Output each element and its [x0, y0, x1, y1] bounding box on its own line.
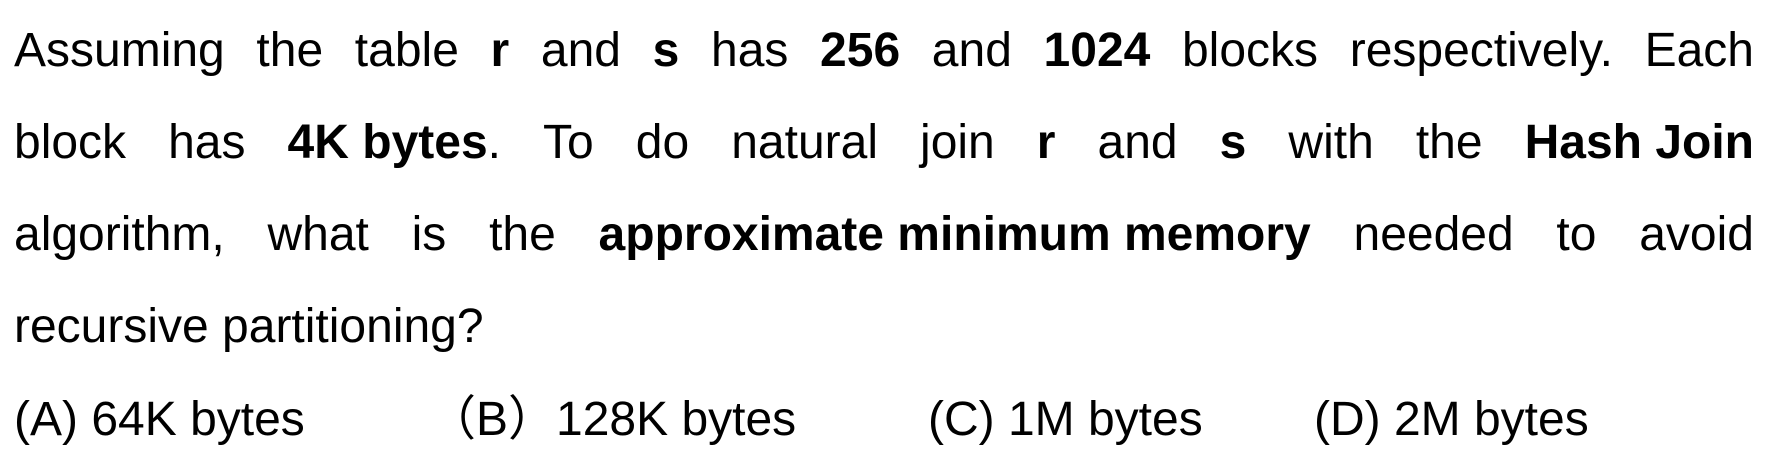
question-line-3: algorithm, what is the approximate minimum m…: [14, 189, 1754, 281]
question-word: has: [168, 116, 246, 169]
question-word: and: [931, 24, 1012, 77]
question-word: needed: [1353, 208, 1514, 261]
question-line-2: block has 4K bytes. To do natural join r and s wit…: [14, 97, 1754, 189]
question-word: block: [14, 116, 127, 169]
question-word: join: [920, 116, 995, 169]
question-word: r: [490, 24, 510, 77]
question-word: and: [540, 24, 621, 77]
question-word: is: [411, 208, 447, 261]
question-word: do: [635, 116, 690, 169]
question-word: table: [354, 24, 459, 77]
question-word: 4K bytes.: [287, 116, 501, 169]
question-word: what: [267, 208, 369, 261]
question-word: the: [489, 208, 556, 261]
question-word: blocks: [1181, 24, 1319, 77]
question-word: 256: [820, 24, 901, 77]
answer-options: (A) 64K bytes （B）128K bytes (C) 1M bytes…: [14, 374, 1754, 466]
question-word: and: [1097, 116, 1178, 169]
question-word: to: [1556, 208, 1597, 261]
question-line-1: Assuming the table r and s has 256 and 1024 blocks…: [14, 5, 1754, 97]
question-word: s: [1219, 116, 1247, 169]
question-word: the: [256, 24, 324, 77]
question-word: Assuming: [14, 24, 225, 77]
option-b: （B）128K bytes: [428, 393, 797, 446]
question-line-4: recursive partitioning?: [14, 300, 484, 353]
question-word: respectively.: [1349, 24, 1613, 77]
question-text: Assuming the table r and s has 256 and 1024 blocks…: [14, 5, 1754, 373]
question-word: avoid: [1639, 208, 1754, 261]
question-word: natural: [731, 116, 878, 169]
question-word: approximate minimum memory: [598, 208, 1311, 261]
question-word: with: [1288, 116, 1374, 169]
question-word: algorithm,: [14, 208, 225, 261]
question-word: Hash Join: [1524, 116, 1754, 169]
option-d: (D) 2M bytes: [1314, 393, 1589, 446]
option-a: (A) 64K bytes: [14, 393, 305, 446]
option-c: (C) 1M bytes: [928, 393, 1203, 446]
question-word: r: [1036, 116, 1056, 169]
question-word: s: [652, 24, 680, 77]
question-word: Each: [1644, 24, 1754, 77]
question-word: the: [1415, 116, 1483, 169]
question-word: has: [711, 24, 789, 77]
question-word: To: [543, 116, 594, 169]
question-word: 1024: [1043, 24, 1151, 77]
